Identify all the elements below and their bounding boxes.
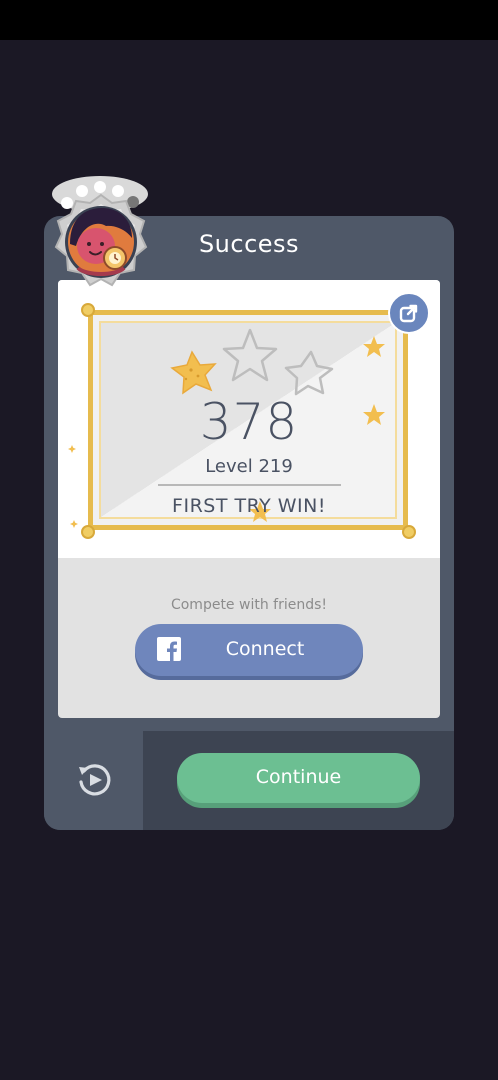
share-button[interactable] xyxy=(388,292,430,334)
level-label: Level 219 xyxy=(205,456,293,477)
avatar-badge xyxy=(52,176,148,287)
score-value: 378 xyxy=(199,393,299,451)
star-empty-icon xyxy=(222,328,278,382)
facebook-connect-button[interactable]: Connect xyxy=(135,624,363,676)
first-try-label: FIRST TRY WIN! xyxy=(172,495,326,517)
action-bar: Continue xyxy=(44,731,454,830)
share-icon xyxy=(399,304,418,323)
compete-text: Compete with friends! xyxy=(170,597,328,613)
replay-icon xyxy=(79,764,111,796)
star-empty-icon xyxy=(284,350,334,396)
status-bar xyxy=(0,0,498,40)
continue-button[interactable]: Continue xyxy=(177,753,420,803)
connect-label: Connect xyxy=(225,638,305,660)
facebook-icon xyxy=(157,637,181,661)
avatar-icon xyxy=(65,206,137,278)
sparkle-star-icon xyxy=(363,336,385,357)
result-panel: 378 Level 219 FIRST TRY WIN! Compete wit… xyxy=(58,280,440,718)
continue-label: Continue xyxy=(255,766,342,788)
replay-button[interactable] xyxy=(44,731,143,830)
result-card: 378 Level 219 FIRST TRY WIN! xyxy=(58,280,440,558)
divider xyxy=(158,484,341,486)
star-earned-icon xyxy=(170,350,217,395)
